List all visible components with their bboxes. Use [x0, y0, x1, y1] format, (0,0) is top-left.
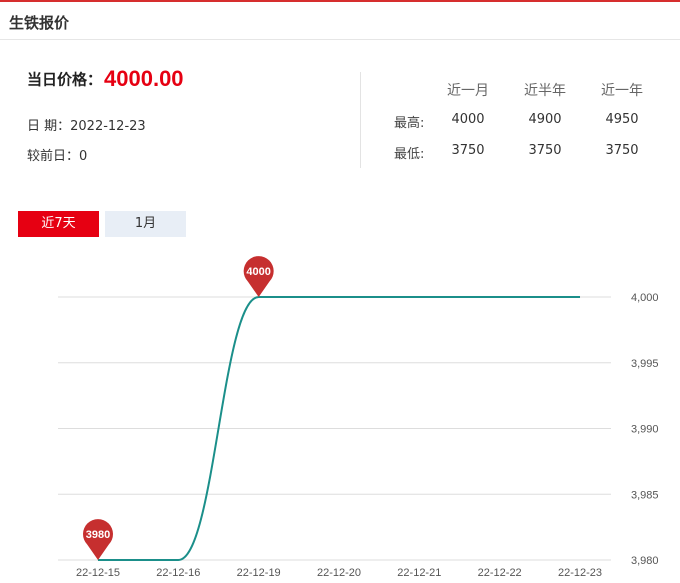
tab-1-month[interactable]: 1月 — [105, 211, 186, 237]
stats-high-month: 4000 — [451, 112, 485, 127]
page-title: 生铁报价 — [9, 14, 70, 32]
stats-row-low-label: 最低: — [394, 147, 425, 162]
summary-divider — [360, 72, 361, 168]
stats-high-year: 4950 — [605, 112, 639, 127]
date-value: 2022-12-23 — [70, 119, 146, 134]
change-line: 较前日：0 — [27, 145, 87, 164]
date-label: 日 期： — [27, 119, 71, 134]
stats-low-half-year: 3750 — [528, 143, 562, 158]
y-tick-label: 4,000 — [631, 292, 659, 304]
marker-label: 3980 — [86, 529, 110, 541]
y-tick-label: 3,980 — [631, 555, 659, 567]
marker-label: 4000 — [246, 266, 270, 278]
stats-header-month: 近一月 — [447, 83, 489, 99]
change-value: 0 — [79, 149, 88, 164]
stats-header-year: 近一年 — [601, 83, 643, 99]
x-tick-label: 22-12-20 — [317, 567, 361, 579]
stats-low-year: 3750 — [605, 143, 639, 158]
price-summary: 当日价格：4000.00 日 期：2022-12-23 较前日：0 近一月 近半… — [0, 40, 680, 190]
y-tick-label: 3,985 — [631, 489, 659, 501]
price-row: 当日价格：4000.00 — [27, 66, 184, 96]
stats-high-half-year: 4900 — [528, 112, 562, 127]
y-tick-label: 3,995 — [631, 358, 659, 370]
change-label: 较前日： — [27, 149, 80, 164]
x-tick-label: 22-12-16 — [156, 567, 200, 579]
header-bar: 生铁报价 — [0, 0, 680, 40]
stats-header-half-year: 近半年 — [524, 83, 566, 99]
date-line: 日 期：2022-12-23 — [27, 115, 146, 134]
price-label: 当日价格： — [27, 70, 103, 89]
x-tick-label: 22-12-21 — [397, 567, 441, 579]
stats-row-high-label: 最高: — [394, 116, 425, 131]
tab-7-days[interactable]: 近7天 — [18, 211, 99, 237]
x-tick-label: 22-12-22 — [478, 567, 522, 579]
y-tick-label: 3,990 — [631, 424, 659, 436]
price-value: 4000.00 — [104, 66, 184, 91]
x-tick-label: 22-12-15 — [76, 567, 120, 579]
x-tick-label: 22-12-19 — [237, 567, 281, 579]
stats-low-month: 3750 — [451, 143, 485, 158]
x-tick-label: 22-12-23 — [558, 567, 602, 579]
price-line-chart: 3,980 3,985 3,990 3,995 4,000 22-12-15 22-12-1… — [58, 256, 659, 579]
